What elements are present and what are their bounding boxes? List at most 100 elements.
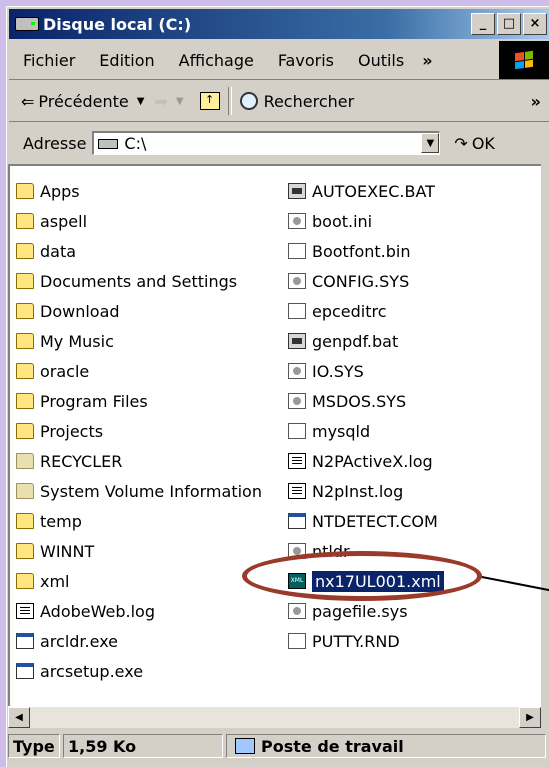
exe-icon [16, 633, 34, 649]
folder-icon [16, 243, 34, 259]
file-name: aspell [40, 211, 88, 231]
file-item[interactable]: N2PActiveX.log [288, 446, 444, 476]
close-button[interactable]: × [523, 13, 547, 35]
file-item[interactable]: data [16, 236, 262, 266]
file-item[interactable]: PUTTY.RND [288, 626, 444, 656]
back-label: Précédente [38, 91, 129, 111]
file-column-right: AUTOEXEC.BAT boot.ini Bootfont.bin CONFIG.S… [288, 176, 444, 656]
file-item[interactable]: XML nx17UL001.xml [288, 566, 444, 596]
minimize-button[interactable]: _ [471, 13, 495, 35]
file-item[interactable]: epceditrc [288, 296, 444, 326]
menu-outils[interactable]: Outils [346, 51, 416, 70]
my-computer-icon [235, 738, 255, 754]
file-name: MSDOS.SYS [312, 391, 407, 411]
file-item[interactable]: ntldr [288, 536, 444, 566]
file-item[interactable]: NTDETECT.COM [288, 506, 444, 536]
file-icon [288, 303, 306, 319]
file-list-pane[interactable]: Apps aspell data Documents and Settings Down… [8, 164, 541, 706]
file-item[interactable]: Program Files [16, 386, 262, 416]
menu-edition[interactable]: Edition [87, 51, 166, 70]
menu-affichage[interactable]: Affichage [167, 51, 266, 70]
file-name: Apps [40, 181, 80, 201]
status-bar: Type 1,59 Ko Poste de travail [8, 732, 549, 760]
status-type: Type [8, 734, 60, 758]
file-name: IO.SYS [312, 361, 364, 381]
drive-icon [98, 138, 119, 149]
status-size: 1,59 Ko [63, 734, 223, 758]
hidden-folder-icon [16, 453, 34, 469]
file-item[interactable]: pagefile.sys [288, 596, 444, 626]
folder-icon [16, 273, 34, 289]
standard-toolbar: ⇐ Précédente ▼ ➡ ▼ ↑ Rechercher » [9, 81, 549, 122]
file-item[interactable]: IO.SYS [288, 356, 444, 386]
file-name: epceditrc [312, 301, 387, 321]
file-item[interactable]: Download [16, 296, 262, 326]
file-item[interactable]: temp [16, 506, 262, 536]
file-item[interactable]: boot.ini [288, 206, 444, 236]
hard-drive-icon [15, 17, 39, 31]
scroll-right-button[interactable]: ▶ [519, 707, 541, 728]
file-item[interactable]: WINNT [16, 536, 262, 566]
file-item[interactable]: arcsetup.exe [16, 656, 262, 686]
file-item[interactable]: aspell [16, 206, 262, 236]
file-name: arcldr.exe [40, 631, 119, 651]
title-bar[interactable]: Disque local (C:) _ □ × [9, 9, 549, 39]
file-item[interactable]: Bootfont.bin [288, 236, 444, 266]
menu-fichier[interactable]: Fichier [9, 51, 87, 70]
file-name: AdobeWeb.log [40, 601, 155, 621]
file-item[interactable]: System Volume Information [16, 476, 262, 506]
address-bar: Adresse C:\ ▼ ↷ OK [9, 123, 549, 163]
folder-icon [16, 363, 34, 379]
file-name: temp [40, 511, 82, 531]
back-button[interactable]: ⇐ Précédente ▼ [9, 92, 144, 111]
toolbar-separator [227, 87, 232, 115]
file-item[interactable]: CONFIG.SYS [288, 266, 444, 296]
system-file-icon [288, 603, 306, 619]
folder-up-icon[interactable]: ↑ [199, 92, 220, 110]
file-item[interactable]: N2pInst.log [288, 476, 444, 506]
batch-file-icon [288, 183, 306, 199]
file-name: CONFIG.SYS [312, 271, 410, 291]
file-column-left: Apps aspell data Documents and Settings Down… [16, 176, 262, 686]
exe-icon [16, 663, 34, 679]
menu-overflow-chevron[interactable]: » [422, 51, 432, 70]
file-item[interactable]: MSDOS.SYS [288, 386, 444, 416]
file-item[interactable]: Projects [16, 416, 262, 446]
search-button[interactable]: Rechercher [264, 92, 355, 111]
file-item[interactable]: Apps [16, 176, 262, 206]
system-file-icon [288, 363, 306, 379]
address-value: C:\ [124, 134, 147, 153]
file-item[interactable]: AdobeWeb.log [16, 596, 262, 626]
menu-favoris[interactable]: Favoris [266, 51, 346, 70]
file-item[interactable]: RECYCLER [16, 446, 262, 476]
file-name: data [40, 241, 77, 261]
file-item[interactable]: AUTOEXEC.BAT [288, 176, 444, 206]
file-item[interactable]: arcldr.exe [16, 626, 262, 656]
file-item[interactable]: mysqld [288, 416, 444, 446]
maximize-button[interactable]: □ [497, 13, 521, 35]
forward-arrow-icon[interactable]: ➡ [154, 92, 167, 111]
go-button[interactable]: ↷ OK [454, 134, 495, 153]
folder-icon [16, 513, 34, 529]
file-item[interactable]: My Music [16, 326, 262, 356]
address-dropdown-button[interactable]: ▼ [421, 133, 440, 153]
scroll-left-button[interactable]: ◀ [8, 707, 30, 728]
address-label: Adresse [23, 133, 87, 153]
horizontal-scrollbar[interactable]: ◀ ▶ [8, 706, 541, 728]
back-dropdown-icon[interactable]: ▼ [137, 96, 145, 107]
file-item[interactable]: xml [16, 566, 262, 596]
menu-bar: Fichier Edition Affichage Favoris Outils… [9, 41, 549, 80]
file-name: xml [40, 571, 70, 591]
forward-dropdown-icon[interactable]: ▼ [176, 96, 184, 107]
address-input[interactable]: C:\ ▼ [92, 131, 441, 155]
file-item[interactable]: oracle [16, 356, 262, 386]
file-name: mysqld [312, 421, 371, 441]
toolbar-overflow-chevron[interactable]: » [531, 92, 541, 111]
hidden-folder-icon [16, 483, 34, 499]
go-arrow-icon: ↷ [454, 133, 468, 153]
file-item[interactable]: Documents and Settings [16, 266, 262, 296]
file-item[interactable]: genpdf.bat [288, 326, 444, 356]
file-name: nx17UL001.xml [312, 570, 444, 592]
file-icon [288, 243, 306, 259]
back-arrow-icon: ⇐ [21, 91, 35, 111]
